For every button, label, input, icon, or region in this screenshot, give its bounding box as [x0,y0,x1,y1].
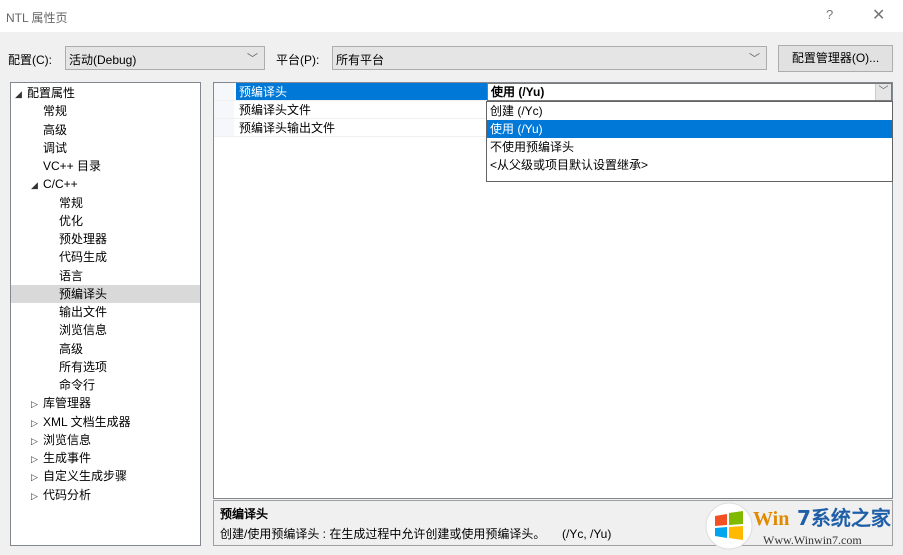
grid-row[interactable]: 预编译头 使用 (/Yu) ﹀ [214,83,892,101]
tree-item[interactable]: 代码生成 [11,248,200,266]
tree-item[interactable]: 调试 [11,139,200,157]
tree-item[interactable]: 浏览信息 [11,321,200,339]
config-value: 活动(Debug) [69,53,137,67]
config-label: 配置(C): [8,53,52,67]
expand-icon[interactable]: ▷ [31,414,43,432]
tree-item-label: 浏览信息 [43,432,92,447]
tree-item-label: 预处理器 [59,232,108,246]
help-button[interactable]: ? [826,7,833,22]
tree-item-label: 高级 [43,122,68,137]
collapse-icon[interactable]: ◢ [15,85,27,103]
tree-item-label: 预编译头 [59,286,108,301]
config-manager-button[interactable]: 配置管理器(O)... [778,45,893,72]
tree-item-label: XML 文档生成器 [43,414,131,429]
tree-item-label: 优化 [59,213,84,228]
property-name: 预编译头 [236,83,487,100]
tree-item[interactable]: ▷ 自定义生成步骤 [11,467,200,485]
tree-item-label: 自定义生成步骤 [43,469,128,484]
tree-item-label: 配置属性 [27,86,76,100]
tree-item[interactable]: ▷ 浏览信息 [11,431,200,449]
tree-item[interactable]: ◢ C/C++ [11,175,200,193]
expand-icon[interactable]: ▷ [31,468,43,486]
collapse-icon[interactable]: ◢ [31,176,43,194]
svg-text:Www.Winwin7.com: Www.Winwin7.com [763,533,862,547]
tree-item[interactable]: 预编译头 [11,284,200,303]
tree-item-label: 库管理器 [43,396,92,411]
tree-item-label: 所有选项 [59,359,108,374]
tree-item[interactable]: 常规 [11,102,200,120]
dropdown-option[interactable]: 不使用预编译头 [487,138,892,156]
expand-icon[interactable]: ▷ [31,487,43,505]
tree-item-label: 命令行 [59,378,96,392]
property-value: 使用 (/Yu) [491,85,545,99]
chevron-down-icon: ﹀ [247,53,258,65]
tree-item-label: 常规 [43,104,68,119]
tree-item[interactable]: ▷ 生成事件 [11,449,200,467]
tree-item-label: 生成事件 [43,451,92,465]
expand-icon[interactable]: ▷ [31,395,43,413]
tree-item-label: 输出文件 [59,305,108,319]
tree-item[interactable]: ◢ 配置属性 [11,84,200,102]
property-name: 预编译头文件 [239,103,312,117]
chevron-down-icon[interactable]: ﹀ [875,84,891,100]
tree-item[interactable]: 所有选项 [11,358,200,376]
expand-icon[interactable]: ▷ [31,432,43,450]
svg-text:7系统之家: 7系统之家 [797,506,892,530]
tree-item-label: 代码生成 [59,250,108,265]
tree-item-label: C/C++ [43,177,78,192]
watermark-logo: Win 7系统之家 Www.Winwin7.com [705,500,900,552]
tree-item[interactable]: ▷ XML 文档生成器 [11,413,200,431]
property-tree: ◢ 配置属性 常规 高级 调试 VC++ 目录 ◢ C/C++ 常规 优化 预处理器 代码生成 语言 预编… [10,82,201,546]
property-name: 预编译头输出文件 [239,121,336,135]
tree-item[interactable]: 命令行 [11,376,200,394]
close-button[interactable]: ✕ [872,5,885,25]
tree-item-label: 浏览信息 [59,323,108,338]
dropdown-option[interactable]: 创建 (/Yc) [487,102,892,120]
dropdown-option[interactable]: <从父级或项目默认设置继承> [487,156,892,174]
svg-text:Win: Win [753,508,789,530]
tree-item[interactable]: 优化 [11,212,200,230]
window-title: NTL 属性页 [6,11,68,25]
tree-item[interactable]: 预处理器 [11,230,200,248]
tree-item[interactable]: 语言 [11,267,200,285]
tree-item-label: 代码分析 [43,487,92,502]
dropdown-list: 创建 (/Yc) 使用 (/Yu) 不使用预编译头 <从父级或项目默认设置继承> [486,101,893,182]
tree-item[interactable]: VC++ 目录 [11,157,200,175]
tree-item[interactable]: ▷ 代码分析 [11,486,200,504]
tree-item[interactable]: ▷ 库管理器 [11,394,200,412]
tree-item[interactable]: 高级 [11,121,200,139]
dropdown-option[interactable]: 使用 (/Yu) [487,120,892,138]
chevron-down-icon: ﹀ [749,53,760,65]
tree-item-label: 语言 [59,268,84,283]
tree-item-label: VC++ 目录 [43,159,102,173]
tree-item-label: 常规 [59,195,84,210]
platform-label: 平台(P): [276,53,320,67]
tree-item-label: 调试 [43,140,68,155]
tree-item[interactable]: 高级 [11,340,200,358]
platform-select[interactable]: 所有平台 ﹀ [332,46,767,70]
title-bar: NTL 属性页 ? ✕ [0,0,903,32]
tree-item-label: 高级 [59,341,84,356]
tree-item[interactable]: 输出文件 [11,303,200,321]
property-value-select[interactable]: 使用 (/Yu) ﹀ [487,83,892,101]
expand-icon[interactable]: ▷ [31,450,43,468]
config-select[interactable]: 活动(Debug) ﹀ [65,46,265,70]
tree-item[interactable]: 常规 [11,194,200,212]
platform-value: 所有平台 [336,53,385,67]
